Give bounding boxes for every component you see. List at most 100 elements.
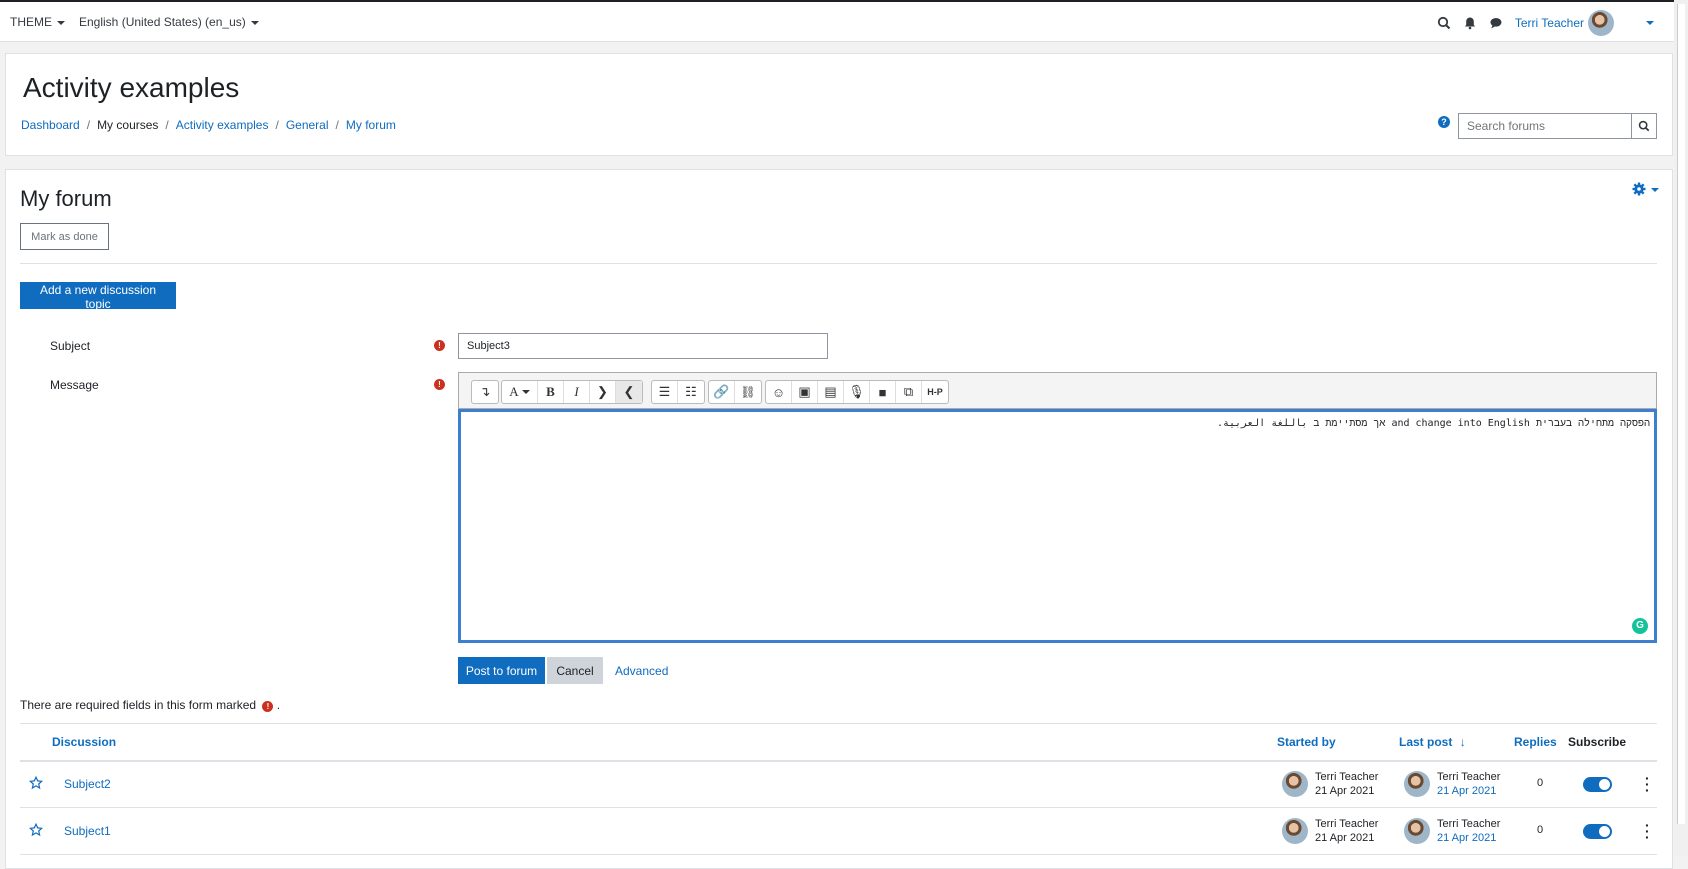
required-icon: !: [262, 701, 274, 712]
scrollbar-thumb[interactable]: [1677, 4, 1685, 824]
gear-icon: [1632, 182, 1646, 196]
subscribe-toggle[interactable]: [1583, 777, 1612, 792]
required-fields-note: There are required fields in this form m…: [20, 698, 281, 712]
search-forums-input[interactable]: [1459, 114, 1633, 138]
toolbar-group-links: 🔗 ⛓: [708, 380, 762, 404]
media-icon[interactable]: ▤: [818, 381, 844, 403]
breadcrumb-activity-examples[interactable]: Activity examples: [176, 118, 269, 132]
last-post-date-link[interactable]: 21 Apr 2021: [1437, 832, 1496, 844]
ltr-icon[interactable]: ❯: [590, 381, 616, 403]
breadcrumb-dashboard[interactable]: Dashboard: [21, 118, 80, 132]
bold-icon[interactable]: B: [538, 381, 564, 403]
help-icon[interactable]: ?: [1438, 116, 1450, 128]
subscribe-toggle[interactable]: [1583, 824, 1612, 839]
column-started-by[interactable]: Started by: [1277, 735, 1336, 749]
discussion-link[interactable]: Subject2: [64, 777, 111, 791]
toolbar-group-collapse: ↴: [471, 380, 499, 404]
avatar[interactable]: [1404, 771, 1430, 797]
star-icon[interactable]: [29, 776, 43, 790]
grammarly-icon[interactable]: G: [1632, 618, 1648, 634]
paragraph-styles-icon[interactable]: A: [502, 381, 538, 403]
subject-label: Subject: [50, 339, 91, 353]
unordered-list-icon[interactable]: ☰: [652, 381, 678, 403]
search-forums-button[interactable]: [1631, 114, 1656, 138]
post-to-forum-button[interactable]: Post to forum: [458, 657, 545, 684]
avatar[interactable]: [1282, 818, 1308, 844]
theme-menu[interactable]: THEME: [10, 15, 65, 29]
required-icon: !: [434, 379, 445, 390]
nav-right: Terri Teacher: [1437, 10, 1654, 36]
column-subscribe: Subscribe: [1568, 735, 1627, 749]
breadcrumb-my-courses: My courses: [97, 118, 159, 132]
sort-descending-icon: ↓: [1459, 735, 1466, 749]
top-navbar: THEME English (United States) (en_us) Te…: [0, 0, 1674, 42]
more-actions-icon[interactable]: · · ·: [1645, 818, 1650, 844]
user-avatar[interactable]: [1588, 10, 1614, 36]
message-label: Message: [50, 378, 99, 392]
column-last-post[interactable]: Last post ↓: [1399, 735, 1466, 749]
add-discussion-topic-button[interactable]: Add a new discussion topic: [20, 282, 176, 311]
replies-count: 0: [1537, 777, 1544, 789]
avatar[interactable]: [1282, 771, 1308, 797]
video-icon[interactable]: ■: [870, 381, 896, 403]
last-post: Terri Teacher 21 Apr 2021: [1437, 771, 1501, 797]
microphone-icon[interactable]: 🎙: [844, 381, 870, 403]
message-editor[interactable]: הפסקה מתחילה בעברית and change into Engl…: [458, 409, 1657, 643]
main-content: My forum Mark as done Add a new discussi…: [5, 169, 1673, 869]
nav-left: THEME English (United States) (en_us): [10, 15, 259, 29]
editor-toolbar: ↴ A B I ❯ ❮ ☰ ☷ 🔗 ⛓ ☺ ▣ ▤ 🎙 ■ ⧉ H-P: [458, 372, 1657, 409]
advanced-link[interactable]: Advanced: [615, 664, 668, 678]
forum-settings-menu[interactable]: [1632, 182, 1660, 199]
rtl-icon[interactable]: ❮: [616, 381, 642, 403]
user-menu-caret-icon[interactable]: [1646, 21, 1654, 25]
replies-count: 0: [1537, 824, 1544, 836]
mark-as-done-button[interactable]: Mark as done: [20, 223, 109, 250]
more-actions-icon[interactable]: · · ·: [1645, 771, 1650, 797]
caret-down-icon: [57, 20, 65, 25]
image-icon[interactable]: ▣: [792, 381, 818, 403]
link-icon[interactable]: 🔗: [709, 381, 735, 403]
message-text[interactable]: הפסקה מתחילה בעברית and change into Engl…: [470, 417, 1650, 430]
last-post-date-link[interactable]: 21 Apr 2021: [1437, 785, 1496, 797]
search-icon[interactable]: [1437, 16, 1451, 30]
table-row: Subject1 Terri Teacher 21 Apr 2021 Terri…: [20, 809, 1657, 855]
show-more-buttons-icon[interactable]: ↴: [472, 381, 498, 403]
started-by: Terri Teacher 21 Apr 2021: [1315, 771, 1379, 797]
table-row: Subject2 Terri Teacher 21 Apr 2021 Terri…: [20, 762, 1657, 808]
manage-files-icon[interactable]: ⧉: [896, 381, 922, 403]
user-name[interactable]: Terri Teacher: [1515, 16, 1584, 30]
cancel-button[interactable]: Cancel: [547, 657, 603, 684]
breadcrumb-general[interactable]: General: [286, 118, 329, 132]
toolbar-group-lists: ☰ ☷: [651, 380, 705, 404]
page-header: Activity examples Dashboard / My courses…: [5, 53, 1673, 156]
forum-search: [1458, 113, 1657, 139]
unlink-icon[interactable]: ⛓: [735, 381, 761, 403]
last-post: Terri Teacher 21 Apr 2021: [1437, 818, 1501, 844]
caret-down-icon: [250, 20, 259, 25]
page-title: Activity examples: [23, 72, 240, 103]
subject-input[interactable]: [458, 333, 828, 359]
caret-down-icon: [1651, 188, 1660, 192]
column-replies[interactable]: Replies: [1514, 735, 1557, 749]
h5p-icon[interactable]: H-P: [922, 381, 948, 403]
ordered-list-icon[interactable]: ☷: [678, 381, 704, 403]
page-scrollbar[interactable]: [1674, 0, 1688, 856]
divider: [20, 263, 1657, 264]
column-discussion[interactable]: Discussion: [52, 735, 116, 749]
avatar[interactable]: [1404, 818, 1430, 844]
divider: [20, 723, 1657, 724]
chat-icon[interactable]: [1489, 16, 1503, 30]
forum-title: My forum: [20, 186, 112, 211]
discussion-link[interactable]: Subject1: [64, 824, 111, 838]
required-icon: !: [434, 340, 445, 351]
italic-icon[interactable]: I: [564, 381, 590, 403]
breadcrumb-my-forum[interactable]: My forum: [346, 118, 396, 132]
star-icon[interactable]: [29, 823, 43, 837]
toolbar-group-text: A B I ❯ ❮: [501, 380, 643, 404]
breadcrumb: Dashboard / My courses / Activity exampl…: [21, 118, 396, 132]
toolbar-group-media: ☺ ▣ ▤ 🎙 ■ ⧉ H-P: [765, 380, 949, 404]
language-menu[interactable]: English (United States) (en_us): [79, 15, 259, 29]
search-icon: [1638, 120, 1650, 132]
bell-icon[interactable]: [1463, 16, 1477, 30]
emoji-icon[interactable]: ☺: [766, 381, 792, 403]
